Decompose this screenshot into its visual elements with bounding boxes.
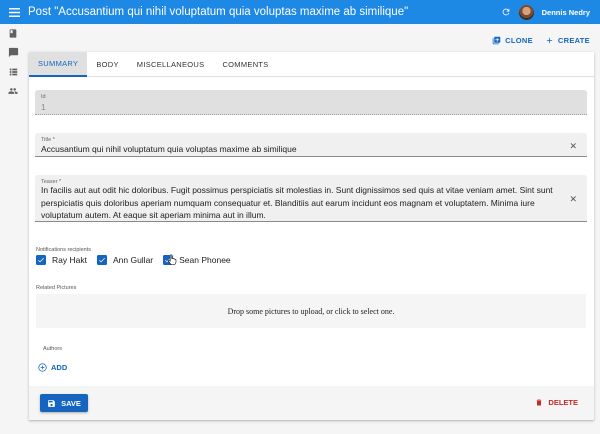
list-icon [9, 68, 17, 75]
delete-button[interactable]: DELETE [535, 398, 578, 407]
menu-button[interactable] [0, 7, 28, 17]
recipient-label: Ray Hakt [52, 255, 87, 265]
recipient-label: Ann Gullar [112, 255, 154, 265]
teaser-field[interactable]: Teaser * In facilis aut aut odit hic dol… [35, 175, 587, 222]
comment-icon [8, 47, 18, 58]
checkbox-checked-icon[interactable] [96, 255, 107, 265]
recipient-label: Sean Phonee [179, 255, 231, 265]
create-label: CREATE [557, 36, 590, 45]
avatar[interactable] [518, 4, 534, 20]
save-button[interactable]: SAVE [40, 394, 88, 412]
hand-cursor-icon [168, 254, 177, 265]
plus-icon [546, 37, 553, 44]
edit-form-card: SUMMARY BODY MISCELLANEOUS COMMENTS Id 1… [29, 52, 594, 420]
clone-label: CLONE [505, 36, 533, 45]
id-field: Id 1 [35, 90, 587, 115]
notifications-label: Notifications recipients [36, 247, 92, 253]
tab-summary[interactable]: SUMMARY [29, 52, 88, 77]
sidebar-item-users[interactable] [0, 81, 26, 100]
add-circle-icon [38, 363, 47, 372]
sidebar-item-comments[interactable] [0, 43, 26, 62]
clear-title-icon[interactable]: ✕ [569, 141, 577, 152]
people-icon [8, 87, 18, 94]
sidebar-item-posts[interactable] [0, 24, 26, 43]
refresh-icon[interactable] [501, 7, 511, 17]
delete-label: DELETE [548, 398, 578, 407]
id-value: 1 [41, 102, 46, 112]
sidebar [0, 24, 26, 100]
tab-body[interactable]: BODY [87, 52, 127, 77]
picture-dropzone[interactable]: Drop some pictures to upload, or click t… [36, 294, 586, 328]
title-field[interactable]: Title * Accusantium qui nihil voluptatum… [35, 133, 587, 157]
menu-icon [8, 7, 20, 17]
top-actions: CLONE CREATE [492, 36, 590, 45]
checkbox-ann-gullar[interactable]: Ann Gullar [96, 255, 154, 265]
add-label: ADD [51, 363, 68, 372]
clone-icon [492, 36, 501, 45]
sidebar-item-tags[interactable] [0, 62, 26, 81]
create-button[interactable]: CREATE [545, 36, 590, 45]
user-name[interactable]: Dennis Nedry [542, 8, 590, 17]
tab-miscellaneous[interactable]: MISCELLANEOUS [128, 52, 214, 77]
save-icon [48, 399, 55, 407]
related-pictures-label: Related Pictures [36, 285, 77, 291]
book-icon [9, 29, 17, 38]
delete-icon [537, 399, 542, 406]
authors-label: Authors [43, 346, 62, 352]
checkbox-checked-icon[interactable] [36, 255, 46, 265]
form-toolbar: SAVE DELETE [29, 386, 594, 420]
page-title: Post "Accusantium qui nihil voluptatum q… [28, 6, 409, 18]
tab-bar: SUMMARY BODY MISCELLANEOUS COMMENTS [29, 52, 594, 77]
teaser-value[interactable]: In facilis aut aut odit hic doloribus. F… [41, 184, 563, 222]
checkbox-ray-hakt[interactable]: Ray Hakt [36, 255, 87, 265]
notifications-checkboxes: Ray Hakt Ann Gullar Sean Phonee [36, 255, 231, 265]
save-label: SAVE [61, 398, 81, 408]
id-label: Id [41, 94, 46, 100]
tab-comments[interactable]: COMMENTS [213, 52, 277, 77]
title-value[interactable]: Accusantium qui nihil voluptatum quia vo… [41, 143, 297, 156]
app-bar: Post "Accusantium qui nihil voluptatum q… [0, 0, 600, 24]
add-author-button[interactable]: ADD [38, 363, 67, 372]
clone-button[interactable]: CLONE [492, 36, 533, 45]
clear-teaser-icon[interactable]: ✕ [569, 194, 577, 205]
